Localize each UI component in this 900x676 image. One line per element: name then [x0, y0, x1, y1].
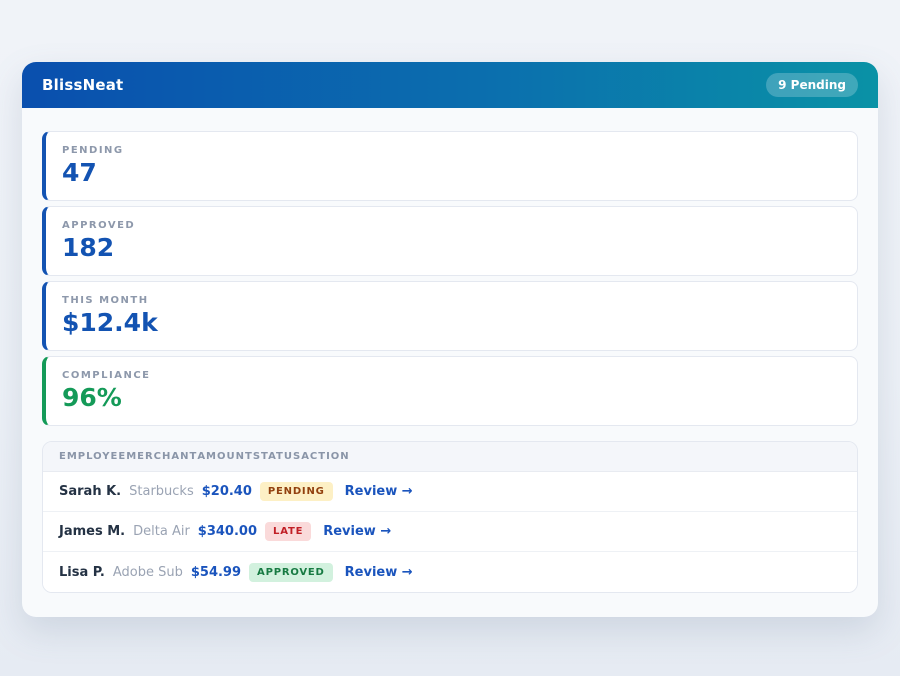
column-header-status: STATUS	[253, 451, 301, 462]
stat-label: COMPLIANCE	[62, 370, 841, 381]
stat-value: 96%	[62, 384, 841, 412]
review-link[interactable]: Review →	[323, 524, 391, 539]
table-row: Sarah K. Starbucks $20.40 PENDING Review…	[43, 472, 857, 512]
expenses-table: EMPLOYEEMERCHANTAMOUNTSTATUSACTION Sarah…	[42, 441, 858, 593]
app-panel: BlissNeat 9 Pending PENDING 47 APPROVED …	[22, 62, 878, 617]
stat-value: 182	[62, 234, 841, 262]
stat-card-compliance: COMPLIANCE 96%	[42, 356, 858, 426]
stat-value: 47	[62, 159, 841, 187]
merchant-name: Delta Air	[133, 524, 190, 539]
column-header-merchant: MERCHANT	[126, 451, 197, 462]
employee-name: Lisa P.	[59, 565, 105, 580]
pending-count-badge[interactable]: 9 Pending	[766, 73, 858, 97]
status-badge: PENDING	[260, 482, 333, 501]
stat-label: PENDING	[62, 145, 841, 156]
review-link[interactable]: Review →	[345, 565, 413, 580]
stat-card-pending: PENDING 47	[42, 131, 858, 201]
app-header: BlissNeat 9 Pending	[22, 62, 878, 108]
merchant-name: Adobe Sub	[113, 565, 183, 580]
stat-value: $12.4k	[62, 309, 841, 337]
amount-value: $340.00	[198, 524, 257, 539]
stat-label: THIS MONTH	[62, 295, 841, 306]
stat-card-this-month: THIS MONTH $12.4k	[42, 281, 858, 351]
stat-card-approved: APPROVED 182	[42, 206, 858, 276]
status-badge: APPROVED	[249, 563, 333, 582]
amount-value: $20.40	[202, 484, 252, 499]
employee-name: Sarah K.	[59, 484, 121, 499]
panel-body: PENDING 47 APPROVED 182 THIS MONTH $12.4…	[22, 108, 878, 593]
column-header-amount: AMOUNT	[197, 451, 253, 462]
table-row: James M. Delta Air $340.00 LATE Review →	[43, 512, 857, 552]
amount-value: $54.99	[191, 565, 241, 580]
column-header-employee: EMPLOYEE	[59, 451, 126, 462]
review-link[interactable]: Review →	[345, 484, 413, 499]
employee-name: James M.	[59, 524, 125, 539]
column-header-action: ACTION	[301, 451, 350, 462]
stat-label: APPROVED	[62, 220, 841, 231]
app-title: BlissNeat	[42, 76, 123, 94]
merchant-name: Starbucks	[129, 484, 194, 499]
table-row: Lisa P. Adobe Sub $54.99 APPROVED Review…	[43, 552, 857, 592]
status-badge: LATE	[265, 522, 311, 541]
table-header-row: EMPLOYEEMERCHANTAMOUNTSTATUSACTION	[43, 442, 857, 472]
